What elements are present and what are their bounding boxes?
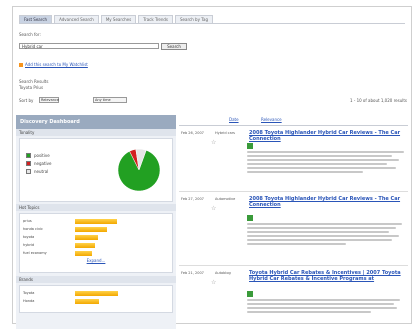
result-date: Feb 21, 2007 [181,271,204,275]
star-icon[interactable]: ☆ [211,205,216,212]
result-snippet [247,143,412,175]
bar [75,290,118,296]
tag-icon [247,291,253,297]
bar-row[interactable]: hybrid [20,241,172,249]
dashboard-title: Discovery Dashboard [16,115,176,129]
brands-title: Brands [16,276,176,283]
result-date: Feb 26, 2007 [181,131,204,135]
sort-select[interactable]: Relevance [39,97,59,103]
tab-bar: Fast Search Advanced Search My Searches … [19,15,213,24]
bar [75,234,98,240]
negative-swatch [26,160,31,166]
brands-list: Toyota Honda [20,286,172,305]
search-label: Search for: [19,32,41,37]
results-pane: Date Relevance Feb 26, 2007 Hybrid cars … [179,115,408,329]
results-count: 1 - 10 of about 1,020 results [350,98,407,103]
tonality-title: Tonality [16,129,176,136]
result-item: Feb 27, 2007 Automotive ☆ 2008 Toyota Hi… [179,193,408,266]
tag-icon [247,143,253,149]
result-source: Automotive [215,197,236,201]
tonality-pie-chart [117,148,161,192]
result-source: Autoblog [215,271,231,275]
topics-more-row: Expand... [20,257,172,264]
bar-row[interactable]: Honda [20,297,172,305]
rss-icon [19,63,23,67]
bar-row[interactable]: toyota [20,233,172,241]
bar-label: hybrid [23,243,35,247]
sort-date-link[interactable]: Date [229,117,239,122]
watchlist-row: Add this search to My Watchlist [19,62,88,67]
result-snippet [247,215,412,247]
legend-neutral-label: neutral [34,168,49,174]
discovery-dashboard: Discovery Dashboard Tonality positive ne… [16,115,176,329]
bar [75,242,95,248]
bar-label: fuel economy [23,251,47,255]
result-title-link[interactable]: 2008 Toyota Highlander Hybrid Car Review… [249,196,409,208]
brands-box: Toyota Honda [19,285,173,313]
bar [75,218,117,224]
search-button[interactable]: Search [161,43,187,50]
star-icon[interactable]: ☆ [211,279,216,286]
sort-relevance-link[interactable]: Relevance [261,117,282,122]
legend-neutral: neutral [24,167,52,175]
bar-row[interactable]: honda civic [20,225,172,233]
result-item: Feb 26, 2007 Hybrid cars ☆ 2008 Toyota H… [179,127,408,192]
search-input[interactable]: Hybrid car [19,43,159,49]
add-to-watchlist-link[interactable]: Add this search to My Watchlist [25,62,88,67]
bar-label: honda civic [23,227,43,231]
app-frame: Fast Search Advanced Search My Searches … [12,6,412,329]
bar-label: toyota [23,235,35,239]
bar [75,250,92,256]
bar-row[interactable]: prius [20,217,172,225]
bar-row[interactable]: fuel economy [20,249,172,257]
bar [75,298,99,304]
result-date: Feb 27, 2007 [181,197,204,201]
topics-list: prius honda civic toyota hybrid fuel economy [20,214,172,257]
bar-label: prius [23,219,32,223]
date-range-select[interactable]: Any time [93,97,127,103]
positive-swatch [26,152,31,158]
bar [75,226,107,232]
result-source: Hybrid cars [215,131,236,135]
tab-divider [19,23,405,24]
legend-positive-label: positive [34,152,50,158]
results-header: Date Relevance [179,115,408,126]
legend-negative-label: negative [34,160,52,166]
legend-negative: negative [24,159,52,167]
bar-row[interactable]: Toyota [20,289,172,297]
sort-label: Sort by [19,98,34,103]
topics-box: prius honda civic toyota hybrid fuel economy… [19,213,173,273]
topics-title: Hot Topics [16,204,176,211]
result-item: Feb 21, 2007 Autoblog ☆ Toyota Hybrid Ca… [179,267,408,329]
filter-label: Search Results [19,79,49,84]
neutral-swatch [26,168,31,174]
tonality-box: positive negative neutral [19,138,173,202]
filter-value: Toyota Prius [19,85,44,90]
tag-icon [247,215,253,221]
legend-positive: positive [24,151,52,159]
result-title-link[interactable]: Toyota Hybrid Car Rebates & Incentives |… [249,270,409,282]
bar-label: Honda [23,299,35,303]
result-snippet [247,291,412,315]
bar-label: Toyota [23,291,35,295]
expand-link[interactable]: Expand... [87,258,106,263]
star-icon[interactable]: ☆ [211,139,216,146]
result-title-link[interactable]: 2008 Toyota Highlander Hybrid Car Review… [249,130,409,142]
